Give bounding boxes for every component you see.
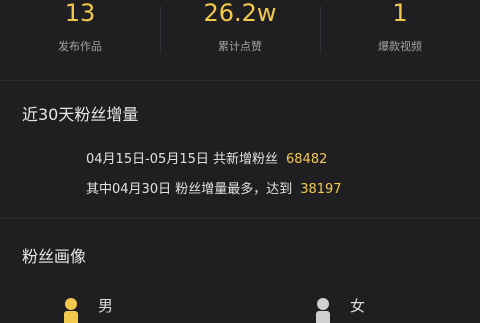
divider [0, 80, 480, 81]
male-label: 男 [98, 296, 114, 315]
stat-likes[interactable]: 26.2w 累计点赞 [160, 0, 320, 80]
stats-bar: 13 发布作品 26.2w 累计点赞 1 爆款视频 [0, 0, 480, 80]
growth-range-text: 04月15日-05月15日 共新增粉丝 [86, 152, 278, 167]
male-person-icon [62, 296, 80, 323]
gender-female: 女 [314, 296, 366, 323]
female-label: 女 [350, 296, 366, 315]
growth-peak-line: 其中04月30日 粉丝增量最多，达到 38197 [86, 178, 342, 197]
growth-peak-text: 其中04月30日 粉丝增量最多，达到 [86, 182, 293, 197]
growth-range-value: 68482 [286, 152, 328, 167]
works-count: 13 [64, 0, 96, 27]
female-person-icon [314, 296, 332, 323]
likes-count: 26.2w [203, 0, 277, 27]
stat-works[interactable]: 13 发布作品 [0, 0, 160, 80]
works-label: 发布作品 [58, 40, 102, 53]
viral-label: 爆款视频 [378, 40, 422, 53]
gender-male: 男 [62, 296, 114, 323]
stat-viral[interactable]: 1 爆款视频 [320, 0, 480, 80]
growth-peak-value: 38197 [300, 182, 342, 197]
growth-title: 近30天粉丝增量 [22, 105, 139, 124]
growth-range-line: 04月15日-05月15日 共新增粉丝 68482 [86, 148, 327, 167]
viral-count: 1 [392, 0, 408, 27]
profile-title: 粉丝画像 [22, 247, 87, 266]
likes-label: 累计点赞 [218, 40, 262, 53]
divider [0, 218, 480, 219]
